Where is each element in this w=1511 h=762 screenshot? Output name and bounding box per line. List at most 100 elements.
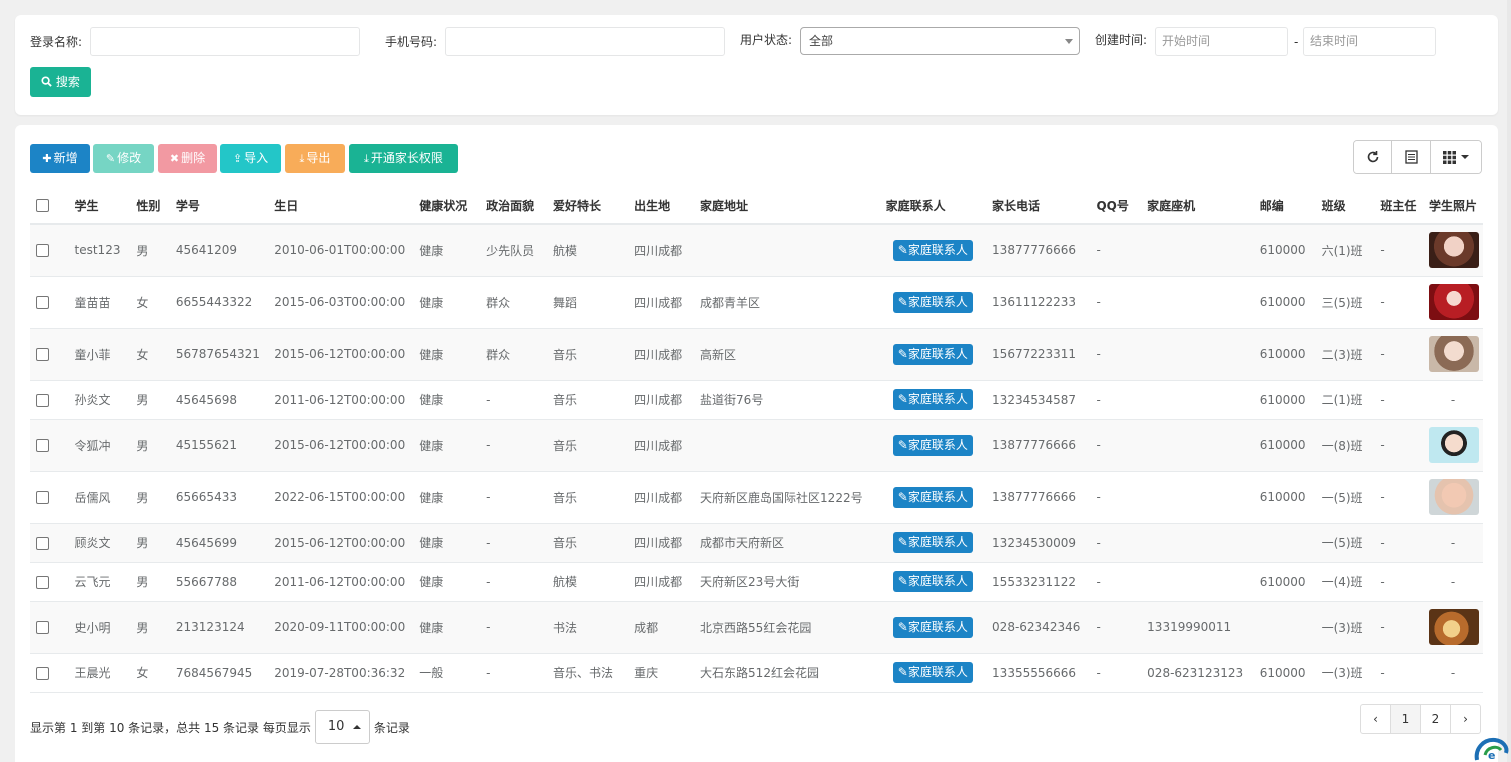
table-row[interactable]: 顾炎文男 45645699 2015-06-12T00:00:00 健康 - 音乐 四川成都…: [30, 523, 1483, 563]
header-cell[interactable]: 出生地: [628, 187, 695, 225]
add-button[interactable]: ✚ 新增: [30, 144, 90, 173]
family-contact-button[interactable]: ✎家庭联系人: [892, 616, 973, 638]
cell-sex: 女: [130, 276, 170, 329]
header-cell[interactable]: QQ号: [1090, 187, 1142, 225]
refresh-button[interactable]: [1354, 141, 1392, 173]
header-cell[interactable]: 家庭联系人: [879, 187, 987, 225]
end-time-input[interactable]: 结束时间: [1303, 27, 1436, 56]
toggle-view-button[interactable]: [1392, 141, 1431, 173]
cell-sid: 56787654321: [169, 328, 269, 381]
cell-phone: 13234534587: [986, 380, 1091, 420]
header-cell[interactable]: 生日: [268, 187, 414, 225]
student-photo[interactable]: [1429, 609, 1480, 645]
student-photo[interactable]: [1429, 427, 1480, 463]
contact-cell: ✎家庭联系人: [879, 380, 987, 420]
header-cell[interactable]: 学号: [169, 187, 269, 225]
columns-button[interactable]: [1431, 141, 1481, 173]
user-status-select[interactable]: 全部: [800, 27, 1080, 55]
header-cell[interactable]: 学生照片: [1423, 187, 1483, 225]
import-button-label: 导入: [244, 151, 269, 165]
table-row[interactable]: 令狐冲男 45155621 2015-06-12T00:00:00 健康 - 音乐 四川成都…: [30, 419, 1483, 472]
page-1-button[interactable]: 1: [1390, 704, 1421, 734]
cell-political: 群众: [480, 328, 548, 381]
header-cell[interactable]: 学生: [68, 187, 131, 225]
cell-political: 少先队员: [480, 224, 548, 277]
family-contact-button[interactable]: ✎家庭联系人: [892, 571, 973, 592]
page-scrollbar[interactable]: [1507, 0, 1511, 762]
row-checkbox[interactable]: [36, 244, 49, 258]
header-cell[interactable]: 班级: [1315, 187, 1375, 225]
header-cell[interactable]: 家长电话: [986, 187, 1091, 225]
cell-teacher: -: [1374, 601, 1424, 654]
import-button[interactable]: ⇪ 导入: [220, 144, 281, 173]
search-button[interactable]: 搜索: [30, 67, 91, 97]
page-size-select[interactable]: 10: [314, 710, 370, 744]
cell-political: -: [480, 562, 548, 602]
family-contact-button[interactable]: ✎家庭联系人: [892, 389, 973, 410]
pagination-info-text: 显示第 1 到第 10 条记录，总共 15 条记录 每页显示: [30, 720, 311, 735]
student-photo[interactable]: [1429, 232, 1480, 269]
family-contact-button[interactable]: ✎家庭联系人: [892, 532, 973, 553]
page-2-button[interactable]: 2: [1420, 704, 1451, 734]
row-checkbox[interactable]: [36, 621, 49, 634]
header-cell[interactable]: 家庭座机: [1141, 187, 1254, 225]
student-photo[interactable]: [1429, 336, 1480, 372]
table-row[interactable]: test123 男 45641209 2010-06-01T00:00:00 健康 少先队…: [30, 224, 1483, 277]
header-cell[interactable]: 邮编: [1253, 187, 1316, 225]
family-contact-button[interactable]: ✎家庭联系人: [892, 343, 973, 365]
family-contact-button[interactable]: ✎家庭联系人: [892, 291, 973, 313]
student-photo[interactable]: [1429, 284, 1480, 320]
select-all-checkbox[interactable]: [36, 199, 49, 212]
open-parent-permission-button[interactable]: ⤓ 开通家长权限: [349, 144, 458, 173]
header-cell[interactable]: 家庭地址: [694, 187, 880, 225]
family-contact-label: 家庭联系人: [907, 535, 968, 549]
cell-qq: -: [1090, 328, 1142, 381]
cell-phone: 13877776666: [986, 224, 1091, 277]
table-row[interactable]: 史小明男 213123124 2020-09-11T00:00:00 健康 - 书法 成都北…: [30, 601, 1483, 654]
table-row[interactable]: 童苗苗女 6655443322 2015-06-03T00:00:00 健康 群众 舞蹈四…: [30, 276, 1483, 329]
cell-birthday: 2015-06-12T00:00:00: [268, 419, 414, 472]
cell-zip: 610000: [1253, 224, 1316, 277]
header-cell[interactable]: 爱好特长: [547, 187, 629, 225]
table-row[interactable]: 岳儒风男 65665433 2022-06-15T00:00:00 健康 - 音乐 四川成都…: [30, 471, 1483, 524]
family-contact-button[interactable]: ✎家庭联系人: [892, 486, 973, 508]
row-checkbox[interactable]: [36, 439, 49, 452]
family-contact-button[interactable]: ✎家庭联系人: [892, 662, 973, 683]
delete-button[interactable]: ✖ 删除: [158, 144, 217, 173]
edit-button[interactable]: ✎ 修改: [93, 144, 154, 173]
row-checkbox[interactable]: [36, 536, 49, 550]
family-contact-button[interactable]: ✎家庭联系人: [892, 434, 973, 456]
row-checkbox[interactable]: [36, 348, 49, 361]
header-cell[interactable]: 政治面貌: [480, 187, 548, 225]
cell-teacher: -: [1374, 523, 1424, 563]
table-row[interactable]: 云飞元男 55667788 2011-06-12T00:00:00 健康 - 航模 四川成都…: [30, 562, 1483, 602]
edit-icon: ✎: [897, 665, 908, 679]
export-button[interactable]: ⤓ 导出: [285, 144, 345, 173]
start-time-input[interactable]: 开始时间: [1155, 27, 1288, 56]
row-checkbox[interactable]: [36, 575, 49, 589]
row-checkbox[interactable]: [36, 491, 49, 504]
cell-qq: -: [1090, 419, 1142, 472]
row-checkbox[interactable]: [36, 393, 49, 407]
header-cell[interactable]: 健康状况: [413, 187, 481, 225]
family-contact-label: 家庭联系人: [907, 489, 968, 504]
table-row[interactable]: 孙炎文男 45645698 2011-06-12T00:00:00 健康 - 音乐 四川成都…: [30, 380, 1483, 420]
row-checkbox[interactable]: [36, 296, 49, 309]
header-cell[interactable]: 班主任: [1374, 187, 1424, 225]
next-page-button[interactable]: ›: [1450, 704, 1481, 734]
header-cell[interactable]: 性别: [130, 187, 170, 225]
family-contact-button[interactable]: ✎家庭联系人: [892, 239, 973, 261]
row-checkbox[interactable]: [36, 666, 49, 680]
cell-health: 健康: [413, 471, 481, 524]
table-row[interactable]: 童小菲女 56787654321 2015-06-12T00:00:00 健康 群众 音乐…: [30, 328, 1483, 381]
cell-landline: [1141, 224, 1254, 277]
cell-health: 健康: [413, 419, 481, 472]
login-name-input[interactable]: [90, 27, 360, 56]
phone-input[interactable]: [445, 27, 725, 56]
edit-icon: ✎: [897, 392, 908, 406]
prev-page-button[interactable]: ‹: [1360, 704, 1391, 734]
table-row[interactable]: 王晨光女 7684567945 2019-07-28T00:36:32 一般 - 音乐、书…: [30, 653, 1483, 693]
student-photo[interactable]: [1429, 479, 1480, 515]
cell-sex: 男: [130, 224, 170, 277]
cell-zip: [1253, 523, 1316, 563]
